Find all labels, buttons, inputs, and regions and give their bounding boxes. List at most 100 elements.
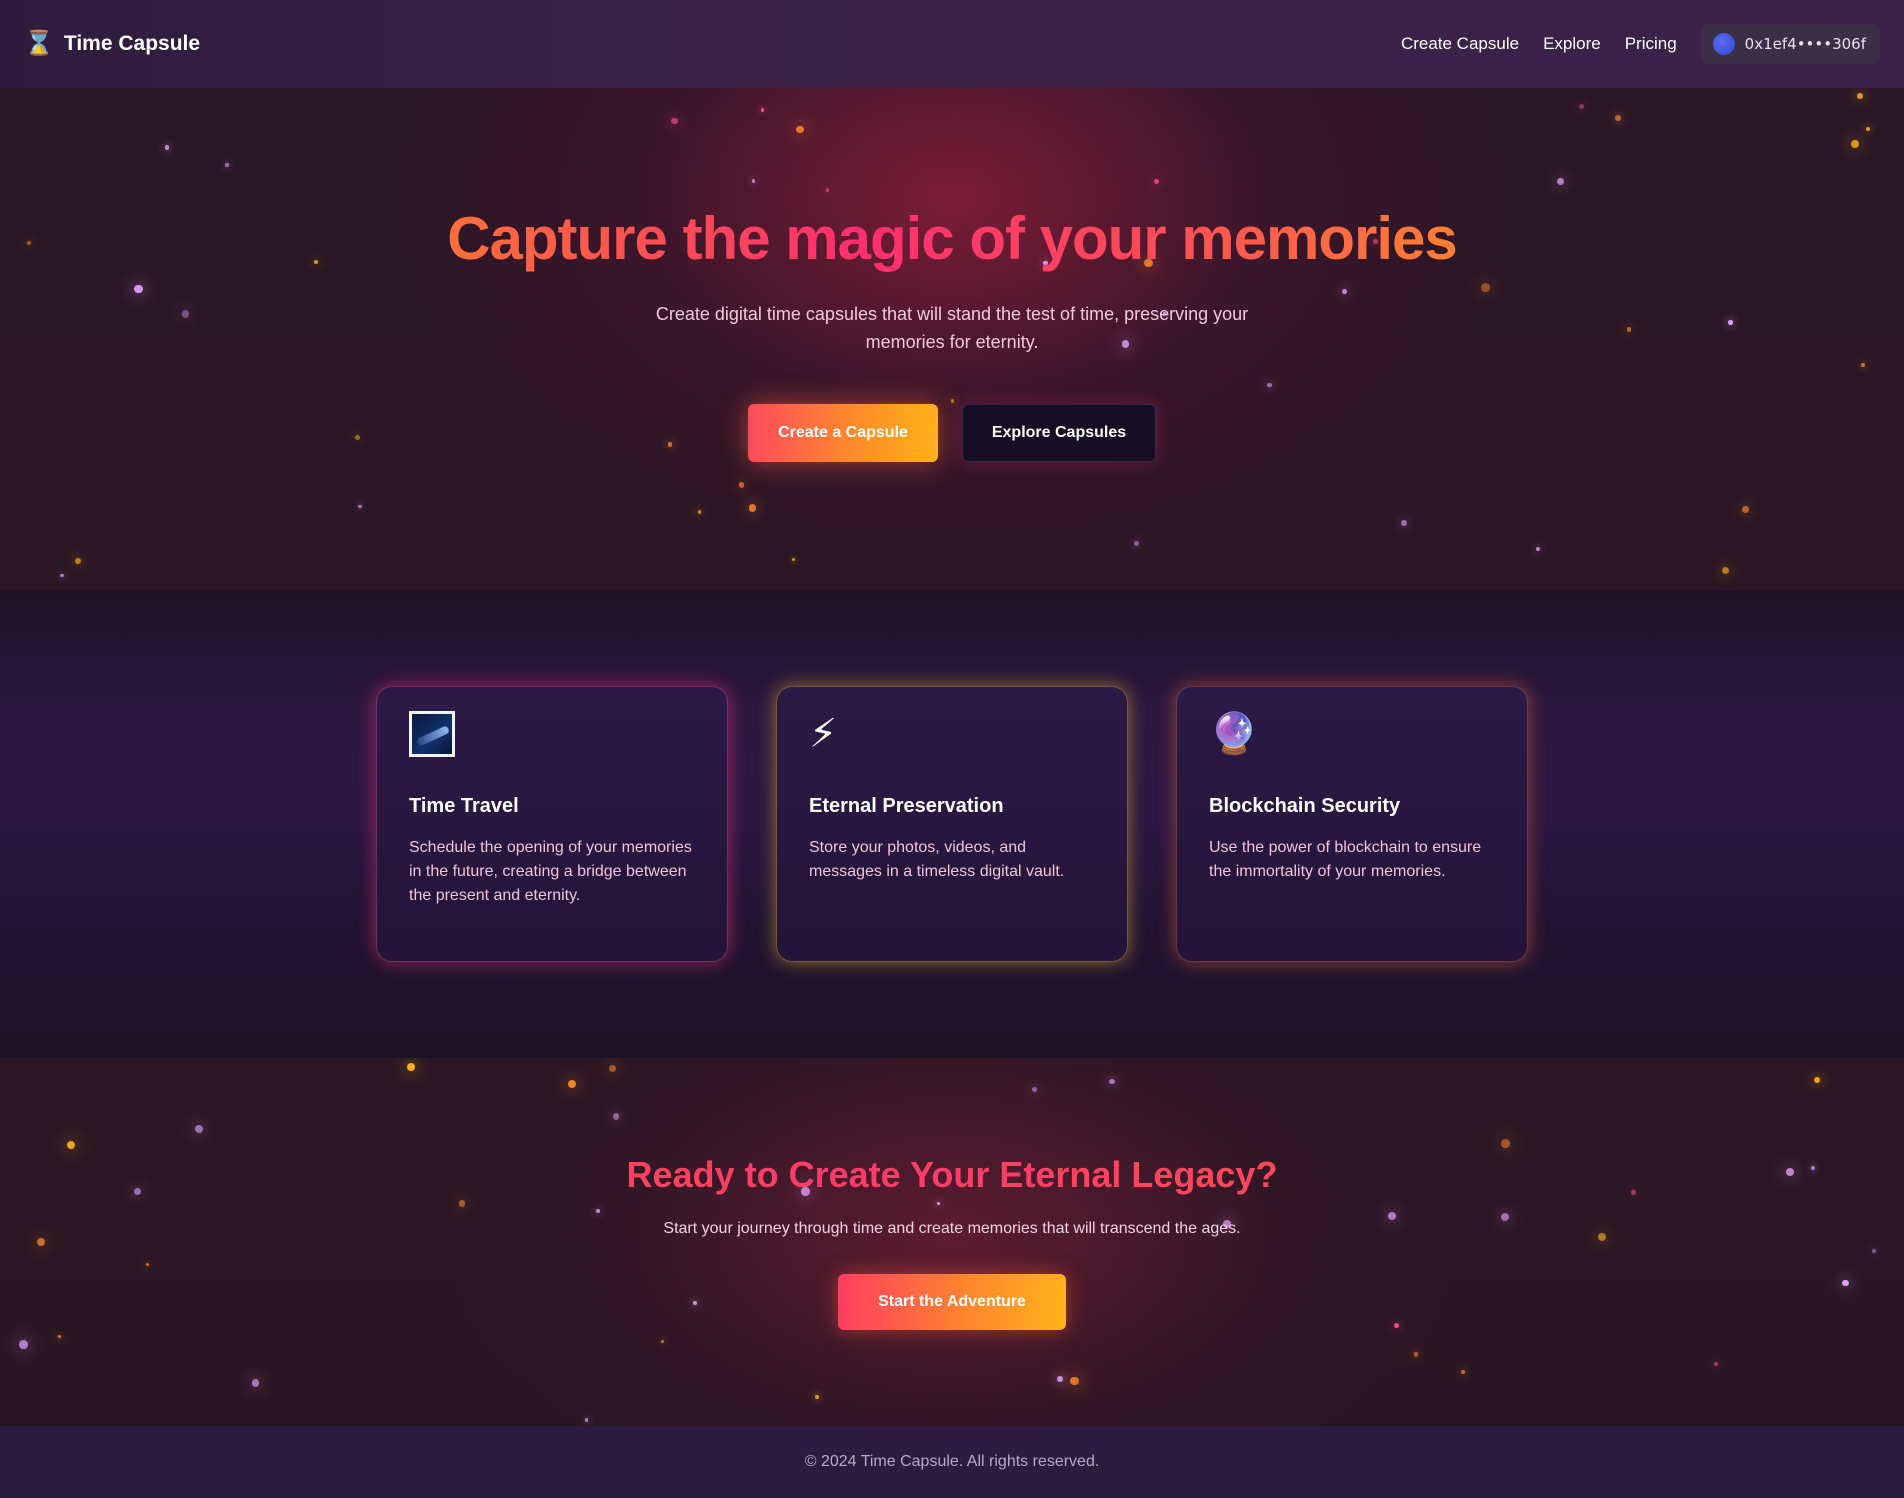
sparkle-dot xyxy=(1626,327,1632,333)
sparkle-dot xyxy=(1400,520,1407,527)
sparkle-dot xyxy=(1615,115,1621,121)
sparkle-dot xyxy=(1714,1361,1719,1366)
sparkle-dot xyxy=(1857,93,1863,100)
sparkle-dot xyxy=(1501,1139,1511,1149)
hourglass-icon: ⌛ xyxy=(24,30,54,57)
create-capsule-button[interactable]: Create a Capsule xyxy=(748,404,938,462)
hero-subtitle: Create digital time capsules that will s… xyxy=(655,304,1249,352)
sparkle-dot xyxy=(1579,104,1584,110)
sparkle-dot xyxy=(950,398,955,403)
sparkle-dot xyxy=(697,510,702,514)
sparkle-dot xyxy=(1722,566,1730,574)
sparkle-dot xyxy=(748,504,756,512)
feature-title: Blockchain Security xyxy=(1209,795,1401,817)
sparkle-dot xyxy=(936,1202,941,1206)
sparkle-dot xyxy=(1557,177,1565,185)
sparkle-dot xyxy=(251,1379,260,1387)
cta-subtitle: Start your journey through time and crea… xyxy=(663,1220,1241,1237)
brand-name: Time Capsule xyxy=(63,32,201,55)
features-section: Time Travel Schedule the opening of your… xyxy=(0,590,1904,1058)
sparkle-dot xyxy=(60,573,65,578)
sparkle-dot xyxy=(1069,1376,1079,1386)
wallet-address: 0x1ef4••••306f xyxy=(1744,35,1866,53)
sparkle-dot xyxy=(1057,1375,1064,1382)
sparkle-dot xyxy=(792,558,796,562)
sparkle-dot xyxy=(661,1339,665,1343)
sparkle-dot xyxy=(668,442,673,447)
feature-text: Schedule the opening of your memories in… xyxy=(409,839,692,904)
sparkle-dot xyxy=(1851,140,1860,149)
sparkle-dot xyxy=(66,1140,76,1150)
crystal-ball-icon: 🔮 xyxy=(1209,712,1259,756)
feature-card-blockchain-security: 🔮 Blockchain Security Use the power of b… xyxy=(1176,686,1528,962)
sparkle-dot xyxy=(1535,547,1541,552)
sparkle-dot xyxy=(225,163,229,167)
sparkle-dot xyxy=(1267,382,1272,388)
sparkle-dot xyxy=(1481,283,1490,292)
sparkle-dot xyxy=(1413,1352,1419,1357)
sparkle-dot xyxy=(354,434,361,440)
nav-links: Create Capsule Explore Pricing 0x1ef4•••… xyxy=(1377,24,1880,64)
sparkle-dot xyxy=(459,1200,466,1207)
sparkle-dot xyxy=(1388,1211,1396,1220)
feature-title: Eternal Preservation xyxy=(809,795,1004,817)
footer-copyright: © 2024 Time Capsule. All rights reserved… xyxy=(804,1453,1100,1470)
hero-section: Capture the magic of your memories Creat… xyxy=(0,88,1904,590)
sparkle-dot xyxy=(358,505,362,509)
sparkle-dot xyxy=(1461,1370,1465,1374)
start-adventure-button[interactable]: Start the Adventure xyxy=(838,1274,1066,1330)
sparkle-dot xyxy=(1032,1087,1038,1093)
cta-title: Ready to Create Your Eternal Legacy? xyxy=(0,1154,1904,1196)
nav-link-pricing[interactable]: Pricing xyxy=(1625,34,1677,54)
sparkle-dot xyxy=(826,188,830,192)
brand[interactable]: ⌛ Time Capsule xyxy=(24,32,200,56)
sparkle-dot xyxy=(1861,363,1865,367)
nav-link-explore[interactable]: Explore xyxy=(1543,34,1601,54)
cta-section: Ready to Create Your Eternal Legacy? Sta… xyxy=(0,1058,1904,1426)
sparkle-dot xyxy=(19,1340,28,1349)
sparkle-dot xyxy=(1728,320,1733,325)
lightning-icon: ⚡ xyxy=(809,712,838,756)
sparkle-dot xyxy=(164,145,170,150)
sparkle-dot xyxy=(612,1113,619,1120)
sparkle-dot xyxy=(1841,1279,1849,1287)
sparkle-dot xyxy=(1872,1249,1876,1254)
sparkle-dot xyxy=(738,482,745,488)
sparkle-dot xyxy=(74,558,82,565)
sparkle-dot xyxy=(181,310,190,318)
sparkle-dot xyxy=(1341,288,1348,294)
sparkle-dot xyxy=(1154,179,1160,185)
explore-capsules-button[interactable]: Explore Capsules xyxy=(962,404,1156,462)
sparkle-dot xyxy=(57,1335,61,1339)
top-navbar: ⌛ Time Capsule Create Capsule Explore Pr… xyxy=(0,0,1904,88)
sparkle-dot xyxy=(1393,1322,1400,1328)
wallet-avatar xyxy=(1712,33,1735,55)
sparkle-dot xyxy=(1109,1078,1116,1085)
sparkle-dot xyxy=(1742,505,1750,513)
sparkle-dot xyxy=(37,1237,46,1246)
sparkle-dot xyxy=(195,1125,204,1134)
sparkle-dot xyxy=(608,1064,616,1073)
sparkle-dot xyxy=(796,125,805,134)
sparkle-dot xyxy=(568,1080,576,1089)
sparkle-dot xyxy=(584,1417,589,1422)
sparkle-dot xyxy=(1814,1076,1821,1083)
sparkle-dot xyxy=(751,179,756,183)
sparkle-dot xyxy=(146,1262,150,1267)
sparkle-dot xyxy=(1865,126,1870,131)
sparkle-dot xyxy=(407,1063,415,1071)
feature-card-eternal-preservation: ⚡ Eternal Preservation Store your photos… xyxy=(776,686,1128,962)
milky-way-icon xyxy=(409,711,455,757)
hero-title: Capture the magic of your memories xyxy=(0,204,1904,273)
sparkle-dot xyxy=(1134,540,1140,546)
sparkle-dot xyxy=(595,1208,600,1213)
sparkle-dot xyxy=(815,1395,819,1400)
footer: © 2024 Time Capsule. All rights reserved… xyxy=(0,1426,1904,1498)
wallet-button[interactable]: 0x1ef4••••306f xyxy=(1700,24,1880,64)
feature-text: Store your photos, videos, and messages … xyxy=(809,839,1065,880)
sparkle-dot xyxy=(671,117,678,124)
feature-text: Use the power of blockchain to ensure th… xyxy=(1209,839,1482,880)
nav-link-create-capsule[interactable]: Create Capsule xyxy=(1401,34,1519,54)
sparkle-dot xyxy=(693,1301,697,1306)
feature-card-time-travel: Time Travel Schedule the opening of your… xyxy=(376,686,728,962)
